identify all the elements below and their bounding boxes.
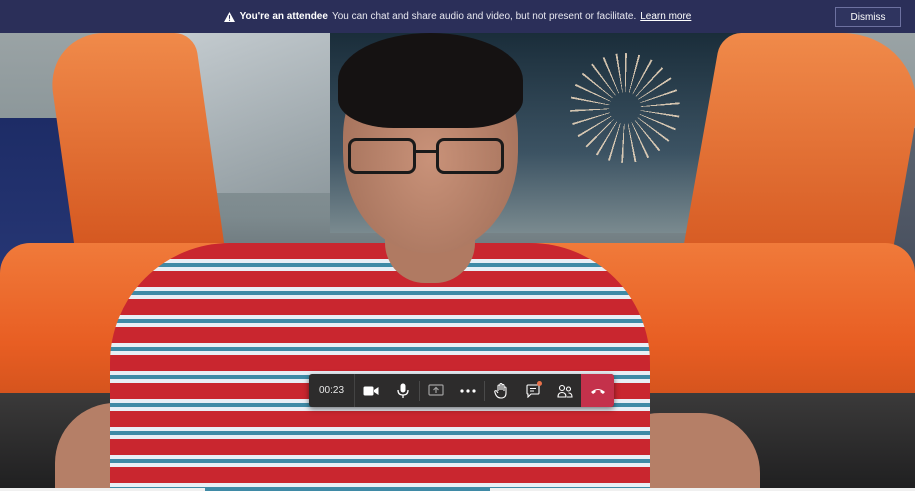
meeting-controls-bar: 00:23 [309, 374, 615, 407]
attendee-notification-banner: You're an attendee You can chat and shar… [0, 0, 915, 33]
participants-icon [557, 384, 573, 398]
hang-up-button[interactable] [581, 374, 615, 407]
video-feed: 00:23 [0, 33, 915, 491]
participant-glasses [348, 138, 508, 178]
more-actions-icon [460, 388, 476, 393]
more-actions-button[interactable] [452, 374, 484, 407]
dismiss-button[interactable]: Dismiss [835, 7, 901, 27]
meeting-window: You're an attendee You can chat and shar… [0, 0, 915, 491]
participant-hair [338, 33, 523, 128]
chat-button[interactable] [517, 374, 549, 407]
raise-hand-icon [494, 382, 507, 399]
video-camera-icon [363, 386, 379, 395]
participants-button[interactable] [549, 374, 581, 407]
camera-button[interactable] [355, 374, 387, 407]
microphone-icon [397, 383, 409, 398]
share-screen-button[interactable] [420, 374, 452, 407]
chat-notification-dot [537, 381, 543, 386]
warning-icon [223, 11, 235, 22]
participant-shirt [110, 243, 650, 491]
call-timer: 00:23 [309, 374, 356, 407]
participant-video [0, 33, 915, 491]
learn-more-link[interactable]: Learn more [640, 11, 691, 22]
microphone-button[interactable] [387, 374, 419, 407]
hang-up-icon [590, 388, 605, 394]
raise-hand-button[interactable] [485, 374, 517, 407]
share-screen-icon [428, 383, 444, 396]
banner-message: You can chat and share audio and video, … [331, 11, 637, 22]
banner-title: You're an attendee [239, 11, 328, 22]
